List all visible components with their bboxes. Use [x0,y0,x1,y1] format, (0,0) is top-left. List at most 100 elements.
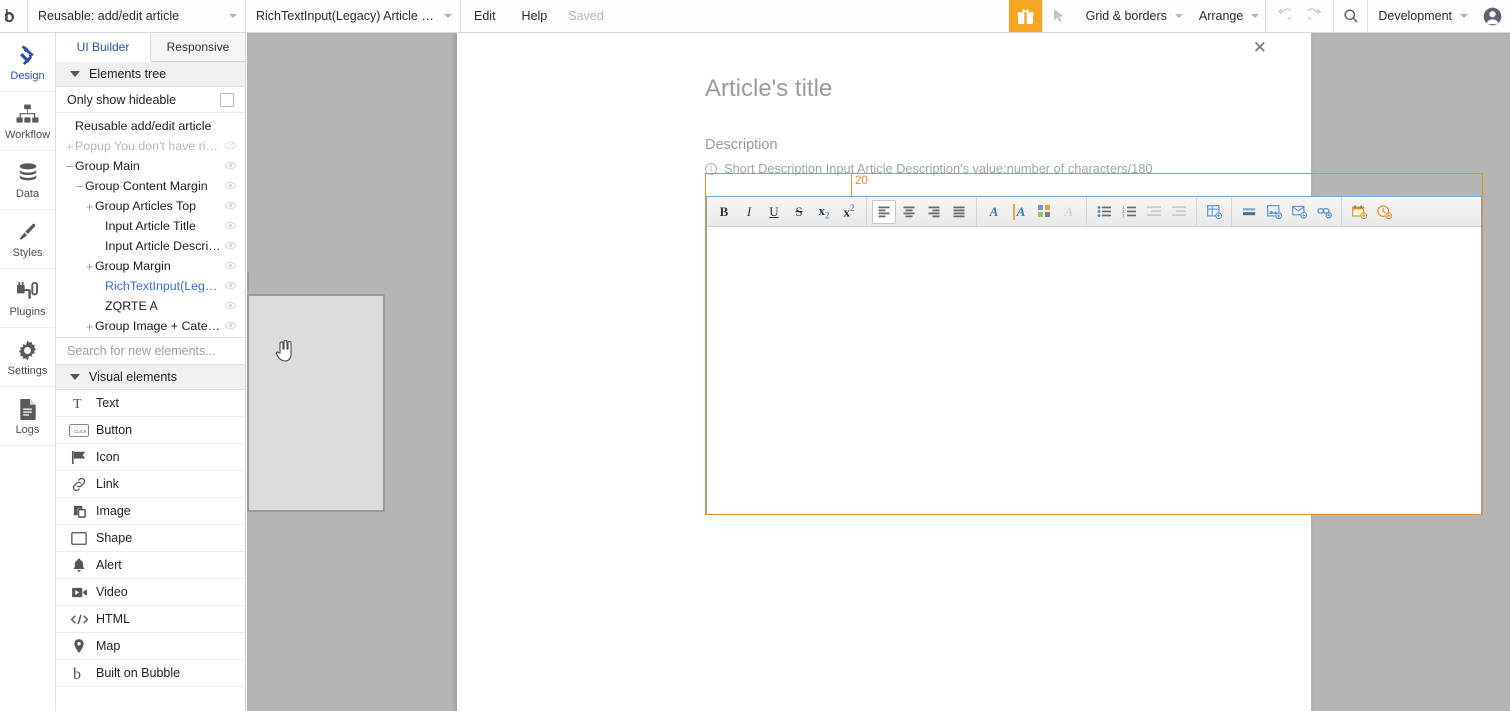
rail-label-data: Data [15,187,40,200]
eye-icon[interactable] [224,219,237,233]
visual-element-shape[interactable]: Shape [56,525,245,552]
eye-icon[interactable] [224,279,237,293]
rich-text-editing-area[interactable] [707,227,1481,514]
visual-element-text[interactable]: T Text [56,390,245,417]
search-elements-row[interactable] [56,337,245,365]
menu-edit[interactable]: Edit [461,0,509,32]
pointer-icon[interactable] [1041,0,1076,32]
visual-element-icon[interactable]: Icon [56,444,245,471]
rail-item-styles[interactable]: Styles [0,210,55,269]
visual-elements-header[interactable]: Visual elements [56,365,245,390]
eye-icon[interactable] [224,179,237,193]
version-dropdown[interactable]: Development [1367,0,1474,32]
eye-icon[interactable] [224,199,237,213]
styles-button[interactable] [1032,200,1056,224]
tree-node[interactable]: − Group Main [56,156,245,176]
superscript-button[interactable]: x2 [837,200,861,224]
insert-image-button[interactable] [1262,200,1286,224]
tab-ui-builder[interactable]: UI Builder [56,33,151,62]
tree-node[interactable]: Input Article Title [56,216,245,236]
align-left-button[interactable] [872,199,896,224]
tree-node[interactable]: ZQRTE A [56,296,245,316]
close-icon[interactable]: ✕ [1253,39,1267,56]
menu-help[interactable]: Help [509,0,561,32]
visual-element-map[interactable]: Map [56,633,245,660]
visual-element-image[interactable]: Image [56,498,245,525]
tree-node[interactable]: − Group Content Margin [56,176,245,196]
expand-icon[interactable]: + [84,260,95,273]
only-show-hideable-checkbox[interactable] [220,92,234,107]
redo-icon[interactable] [1299,0,1333,32]
insert-table-button[interactable] [1202,200,1226,224]
insert-email-button[interactable] [1287,200,1311,224]
rich-text-input[interactable]: B I U Sx2 x2 A A A 1 2 3 [706,196,1482,514]
tree-node[interactable]: Reusable add/edit article [56,116,245,136]
tree-node[interactable]: +Group Bottom [56,336,245,337]
rail-item-design[interactable]: Design [0,33,55,92]
tab-responsive[interactable]: Responsive [151,33,245,61]
elements-tree-header[interactable]: Elements tree [56,62,245,87]
grid-borders-dropdown[interactable]: Grid & borders [1076,0,1189,32]
styles-icon [16,220,39,245]
strikethrough-button[interactable]: S [787,200,811,224]
panel-resize-handle[interactable] [247,271,249,293]
eye-icon[interactable] [224,319,237,333]
user-avatar-icon[interactable] [1474,0,1510,32]
collapse-icon[interactable]: − [64,160,75,173]
tree-node[interactable]: + Group Articles Top [56,196,245,216]
visual-element-html[interactable]: HTML [56,606,245,633]
insert-time-button[interactable] [1372,200,1396,224]
floating-element-box[interactable] [247,294,385,512]
only-show-hideable-row[interactable]: Only show hideable [56,87,245,113]
visual-element-built-on-bubble[interactable]: b Built on Bubble [56,660,245,687]
search-icon[interactable] [1333,0,1367,32]
bullet-list-button[interactable] [1092,200,1116,224]
eye-icon[interactable] [224,159,237,173]
rail-item-workflow[interactable]: Workflow [0,92,55,151]
subscript-button[interactable]: x2 [812,200,836,224]
visual-element-link[interactable]: Link [56,471,245,498]
horizontal-rule-button[interactable] [1237,200,1261,224]
tree-node[interactable]: + Popup You don't have rights [56,136,245,156]
page-selector[interactable]: Reusable: add/edit article [28,0,246,32]
collapse-icon[interactable]: − [74,180,85,193]
align-justify-button[interactable] [947,200,971,224]
search-elements-input[interactable] [67,344,234,358]
eye-off-icon[interactable] [224,139,237,153]
rail-item-settings[interactable]: Settings [0,328,55,387]
flag-icon [66,450,92,465]
bold-button[interactable]: B [712,200,736,224]
gift-icon[interactable] [1008,0,1042,32]
arrange-dropdown[interactable]: Arrange [1189,0,1265,32]
align-right-button[interactable] [922,200,946,224]
eye-icon[interactable] [224,259,237,273]
visual-element-button[interactable]: CLICK Button [56,417,245,444]
eye-icon[interactable] [224,239,237,253]
eye-icon[interactable] [224,299,237,313]
tree-node[interactable]: + Group Image + Category [56,316,245,336]
undo-icon[interactable] [1265,0,1299,32]
underline-button[interactable]: U [762,200,786,224]
tree-node[interactable]: RichTextInput(Legacy) A... [56,276,245,296]
expand-icon[interactable]: + [84,200,95,213]
visual-element-alert[interactable]: Alert [56,552,245,579]
rail-item-data[interactable]: Data [0,151,55,210]
tree-node[interactable]: Input Article Description [56,236,245,256]
text-color-button[interactable]: A [982,200,1006,224]
background-color-button[interactable]: A [1007,200,1031,224]
svg-text:T: T [72,396,81,411]
insert-link-button[interactable] [1312,200,1336,224]
numbered-list-button[interactable]: 123 [1117,200,1141,224]
design-canvas[interactable]: ✕ Article's title Description i Short De… [247,33,1510,711]
rail-item-logs[interactable]: Logs [0,387,55,446]
rail-item-plugins[interactable]: Plugins [0,269,55,328]
expand-icon[interactable]: + [64,140,75,153]
visual-element-video[interactable]: Video [56,579,245,606]
insert-date-button[interactable] [1347,200,1371,224]
expand-icon[interactable]: + [84,320,95,333]
tree-node[interactable]: + Group Margin [56,256,245,276]
align-center-button[interactable] [897,200,921,224]
italic-button[interactable]: I [737,200,761,224]
bubble-logo-icon[interactable]: b [0,0,28,32]
element-selector[interactable]: RichTextInput(Legacy) Article Par... [246,0,461,32]
